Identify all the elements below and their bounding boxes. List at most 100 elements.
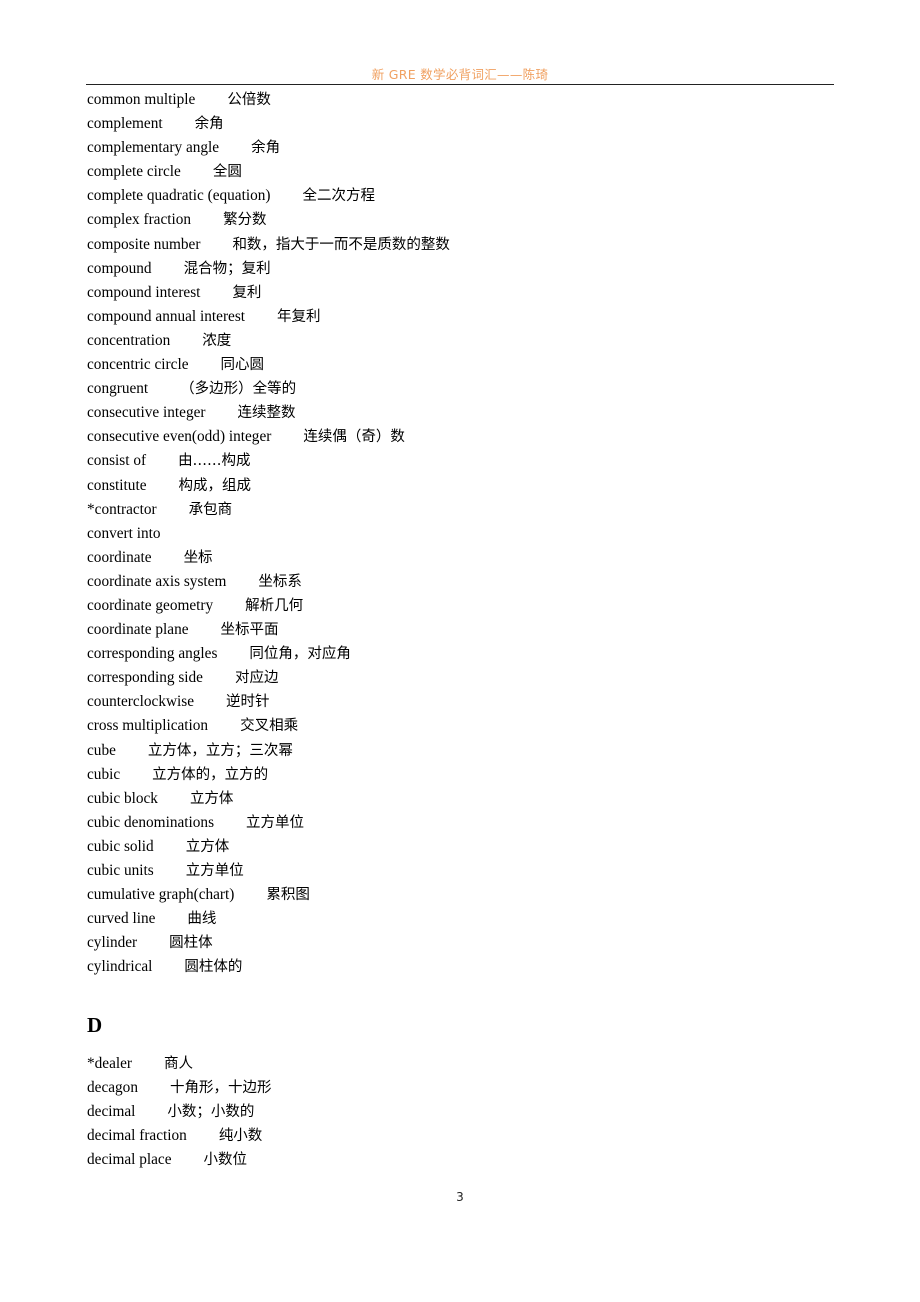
entry-term: decimal	[87, 1103, 136, 1121]
entry-definition: 圆柱体	[169, 935, 213, 952]
glossary-entry: consecutive even(odd) integer 连续偶（奇）数	[87, 425, 450, 449]
glossary-entry: concentric circle 同心圆	[87, 353, 450, 377]
entry-term: decimal fraction	[87, 1127, 187, 1145]
glossary-entry: cubic solid 立方体	[87, 835, 450, 859]
entry-definition: 立方单位	[246, 814, 305, 831]
entry-term: cubic denominations	[87, 813, 215, 831]
glossary-entry: consecutive integer 连续整数	[87, 401, 450, 425]
glossary-entry: complex fraction 繁分数	[87, 208, 450, 232]
entry-term: coordinate geometry	[87, 596, 214, 614]
section-heading-d: D	[87, 1013, 103, 1037]
entry-definition: 立方体，立方；三次幂	[147, 742, 293, 759]
glossary-list-c: common multiple 公倍数 complement 余角 complement…	[87, 88, 450, 979]
entry-term: decimal place	[87, 1151, 172, 1169]
glossary-entry: cylindrical 圆柱体的	[87, 955, 450, 979]
glossary-list-d: *dealer 商人 decagon 十角形，十边形 decimal 小数；小数的 deci…	[87, 1052, 271, 1172]
entry-term: composite number	[87, 235, 201, 253]
entry-definition: 立方体	[189, 790, 234, 807]
entry-definition: 繁分数	[223, 212, 267, 229]
glossary-entry: counterclockwise 逆时针	[87, 690, 450, 714]
entry-term: cubic	[87, 765, 121, 783]
entry-term: counterclockwise	[87, 693, 195, 711]
entry-definition: 由……构成	[178, 453, 251, 470]
entry-definition: 曲线	[187, 911, 217, 928]
entry-definition: 坐标系	[258, 573, 302, 590]
entry-term: cylinder	[87, 934, 138, 952]
glossary-entry: *contractor 承包商	[87, 498, 450, 522]
entry-definition: 连续偶（奇）数	[303, 429, 405, 446]
entry-term: common multiple	[87, 91, 196, 108]
glossary-entry: complement 余角	[87, 112, 450, 136]
glossary-entry: cubic units 立方单位	[87, 859, 450, 883]
glossary-entry: cubic 立方体的，立方的	[87, 763, 450, 787]
entry-term: cross multiplication	[87, 717, 209, 735]
entry-term: concentric circle	[87, 356, 189, 374]
glossary-entry: corresponding angles 同位角，对应角	[87, 642, 450, 666]
glossary-entry: convert into	[87, 522, 450, 546]
entry-definition: 复利	[232, 284, 262, 301]
entry-term: cubic units	[87, 862, 154, 879]
glossary-entry: consist of 由……构成	[87, 449, 450, 473]
entry-term: convert into	[87, 524, 161, 542]
entry-term: coordinate	[87, 548, 152, 566]
entry-term: corresponding side	[87, 669, 203, 687]
glossary-entry: common multiple 公倍数	[87, 88, 450, 112]
entry-term: cubic block	[87, 789, 158, 807]
entry-definition: 坐标	[183, 549, 213, 566]
glossary-entry: compound annual interest 年复利	[87, 305, 450, 329]
entry-term: consecutive even(odd) integer	[87, 428, 272, 446]
entry-definition: 和数，指大于一而不是质数的整数	[232, 236, 450, 253]
entry-definition: 十角形，十边形	[169, 1080, 272, 1097]
glossary-entry: corresponding side 对应边	[87, 666, 450, 690]
entry-term: concentration	[87, 331, 171, 349]
glossary-entry: cylinder 圆柱体	[87, 931, 450, 955]
entry-definition: 商人	[164, 1056, 194, 1072]
entry-definition: 交叉相乘	[240, 718, 299, 735]
entry-term: complement	[87, 115, 163, 133]
entry-term: consist of	[87, 452, 147, 470]
glossary-entry: compound 混合物；复利	[87, 257, 450, 281]
entry-term: consecutive integer	[87, 404, 206, 422]
glossary-entry: complementary angle 余角	[87, 136, 450, 160]
entry-definition: 余角	[251, 140, 281, 157]
glossary-entry: cumulative graph(chart) 累积图	[87, 883, 450, 907]
glossary-entry: cubic denominations 立方单位	[87, 811, 450, 835]
entry-definition: 纯小数	[218, 1128, 263, 1145]
entry-term: cumulative graph(chart)	[87, 886, 235, 904]
entry-definition: 小数；小数的	[167, 1104, 255, 1121]
entry-term: congruent	[87, 380, 149, 398]
entry-term: cylindrical	[87, 958, 153, 976]
entry-definition: 连续整数	[237, 405, 296, 422]
entry-definition: 承包商	[188, 501, 233, 518]
entry-definition: 年复利	[277, 308, 321, 325]
entry-definition: 余角	[194, 116, 224, 133]
glossary-entry: concentration 浓度	[87, 329, 450, 353]
glossary-entry: cube 立方体，立方；三次幂	[87, 739, 450, 763]
glossary-entry: complete circle 全圆	[87, 160, 450, 184]
glossary-entry: congruent （多边形）全等的	[87, 377, 450, 401]
header-divider	[86, 84, 834, 85]
entry-term: complete circle	[87, 163, 181, 181]
entry-definition: （多边形）全等的	[180, 381, 297, 398]
glossary-entry: decagon 十角形，十边形	[87, 1076, 271, 1100]
entry-term: complex fraction	[87, 211, 192, 229]
entry-term: compound interest	[87, 283, 201, 301]
entry-term: compound annual interest	[87, 307, 246, 325]
entry-term: decagon	[87, 1079, 138, 1097]
glossary-entry: decimal place 小数位	[87, 1148, 271, 1172]
page-header-title: 新 GRE 数学必背词汇——陈琦	[371, 67, 549, 82]
glossary-entry: decimal fraction 纯小数	[87, 1124, 271, 1148]
entry-definition: 坐标平面	[220, 622, 279, 639]
entry-term: coordinate plane	[87, 621, 189, 639]
glossary-entry: cubic block 立方体	[87, 787, 450, 811]
entry-term: coordinate axis system	[87, 572, 227, 590]
glossary-entry: constitute 构成，组成	[87, 474, 450, 498]
glossary-entry: complete quadratic (equation) 全二次方程	[87, 184, 450, 208]
entry-term: corresponding angles	[87, 645, 218, 663]
entry-term: *contractor	[87, 500, 157, 518]
entry-term: curved line	[87, 910, 156, 928]
entry-definition: 混合物；复利	[183, 260, 271, 277]
glossary-entry: coordinate axis system 坐标系	[87, 570, 450, 594]
entry-definition: 小数位	[203, 1152, 248, 1169]
entry-term: constitute	[87, 476, 147, 494]
